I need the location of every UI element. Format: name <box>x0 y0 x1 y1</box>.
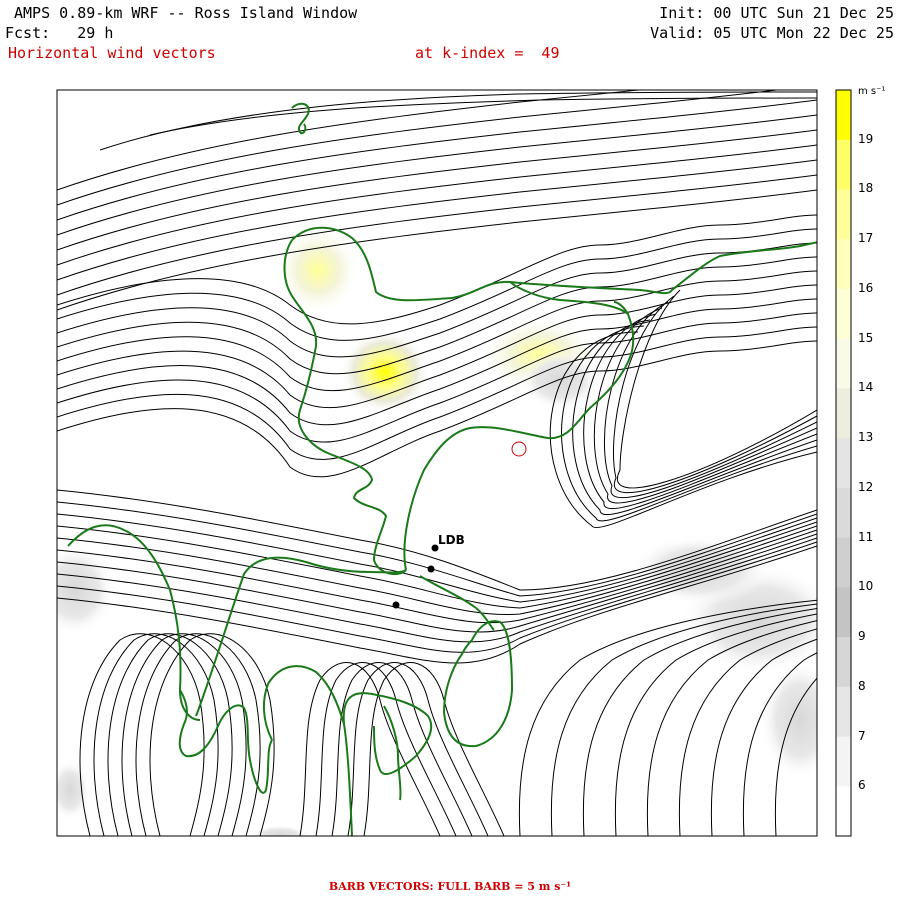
colorbar <box>835 89 852 837</box>
station-marker <box>392 601 400 609</box>
station-ldb-label: LDB <box>438 533 465 547</box>
colorbar-tick-label: 12 <box>858 479 874 494</box>
colorbar-tick-label: 9 <box>858 629 866 644</box>
colorbar-tick-label: 15 <box>858 330 874 345</box>
colorbar-unit: m s⁻¹ <box>858 86 886 97</box>
colorbar-tick-label: 7 <box>858 728 866 743</box>
colorbar-swatch <box>836 587 851 638</box>
colorbar-tick-label: 14 <box>858 380 874 395</box>
colorbar-swatch <box>836 288 851 340</box>
colorbar-swatch <box>836 537 851 588</box>
colorbar-swatch <box>836 786 851 837</box>
colorbar-tick-label: 17 <box>858 231 874 246</box>
colorbar-swatch <box>836 438 851 489</box>
colorbar-swatch <box>836 487 851 539</box>
colorbar-tick-label: 11 <box>858 529 874 544</box>
colorbar-swatch <box>836 736 851 787</box>
colorbar-swatch <box>836 239 851 290</box>
colorbar-swatch <box>836 90 851 141</box>
wind-map: LDB <box>56 89 852 837</box>
colorbar-swatch <box>836 189 851 240</box>
barb-legend: BARB VECTORS: FULL BARB = 5 m s⁻¹ <box>328 880 572 893</box>
colorbar-tick-label: 8 <box>858 678 866 693</box>
colorbar-swatch <box>836 338 851 389</box>
colorbar-tick-label: 6 <box>858 778 866 793</box>
colorbar-swatch <box>836 139 851 190</box>
colorbar-tick-label: 16 <box>858 280 874 295</box>
colorbar-tick-label: 13 <box>858 430 874 445</box>
colorbar-swatch <box>836 388 851 439</box>
colorbar-swatch <box>836 637 851 688</box>
colorbar-tick-label: 18 <box>858 181 874 196</box>
colorbar-tick-label: 10 <box>858 579 874 594</box>
colorbar-tick-label: 19 <box>858 131 874 146</box>
colorbar-swatch <box>836 686 851 738</box>
station-marker <box>427 565 435 573</box>
speed-maximum-north <box>276 225 360 315</box>
